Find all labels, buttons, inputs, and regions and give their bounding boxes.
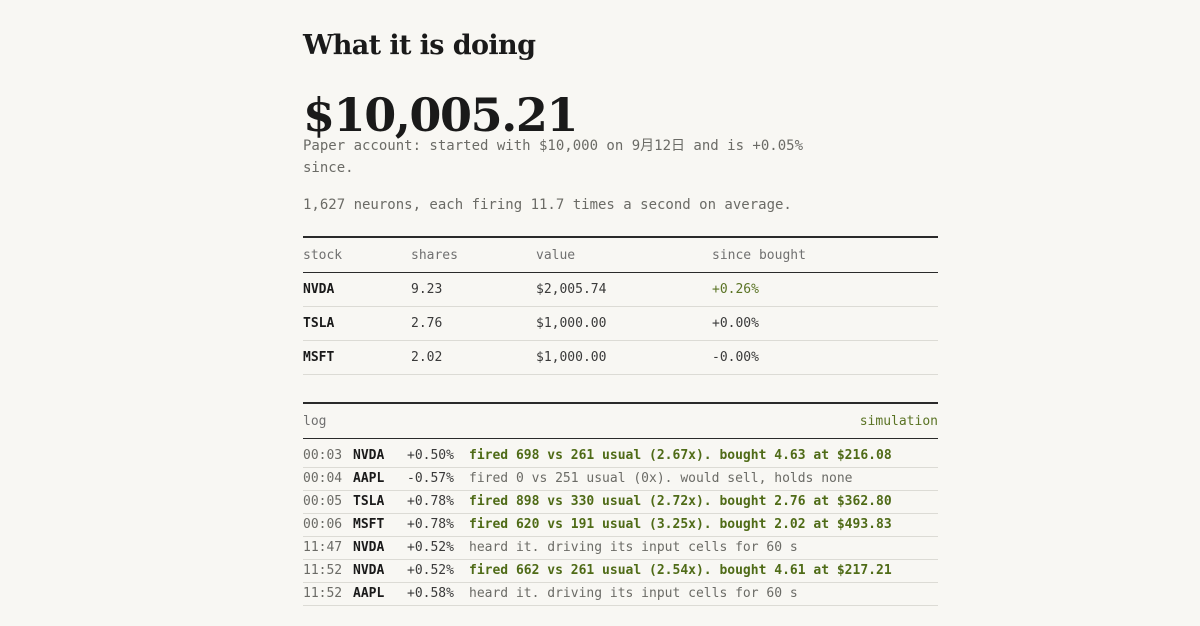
activity-log: log simulation 00:03 NVDA +0.50% fired 6…: [303, 402, 938, 606]
log-time: 11:52: [303, 563, 343, 578]
log-change: -0.57%: [407, 471, 454, 486]
holdings-table: stock shares value since bought NVDA 9.2…: [303, 236, 938, 375]
account-summary: Paper account: started with $10,000 on 9…: [303, 138, 804, 176]
mode-badge: simulation: [859, 414, 938, 429]
log-symbol: AAPL: [353, 471, 385, 486]
holding-stock: NVDA: [303, 282, 335, 297]
holding-value: $1,000.00: [536, 316, 607, 331]
account-balance: $10,005.21: [303, 88, 578, 142]
holding-shares: 2.76: [411, 316, 443, 331]
holding-value: $1,000.00: [536, 350, 607, 365]
log-symbol: AAPL: [353, 586, 385, 601]
log-message: heard it. driving its input cells for 60…: [469, 540, 798, 555]
log-message: fired 898 vs 330 usual (2.72x). bought 2…: [469, 494, 892, 509]
log-time: 11:47: [303, 540, 343, 555]
log-change: +0.78%: [407, 494, 454, 509]
log-entry: 11:47 NVDA +0.52% heard it. driving its …: [303, 537, 938, 560]
log-change: +0.52%: [407, 540, 454, 555]
log-symbol: NVDA: [353, 540, 385, 555]
log-time: 00:04: [303, 471, 343, 486]
log-change: +0.50%: [407, 448, 454, 463]
holdings-header-row: stock shares value since bought: [303, 238, 938, 273]
log-change: +0.78%: [407, 517, 454, 532]
holding-shares: 2.02: [411, 350, 443, 365]
log-time: 00:05: [303, 494, 343, 509]
table-row: NVDA 9.23 $2,005.74 +0.26%: [303, 273, 938, 307]
log-entry: 11:52 NVDA +0.52% fired 662 vs 261 usual…: [303, 560, 938, 583]
log-entry: 00:04 AAPL -0.57% fired 0 vs 251 usual (…: [303, 468, 938, 491]
log-message: heard it. driving its input cells for 60…: [469, 586, 798, 601]
log-time: 00:06: [303, 517, 343, 532]
holding-value: $2,005.74: [536, 282, 607, 297]
log-message: fired 698 vs 261 usual (2.67x). bought 4…: [469, 448, 892, 463]
log-entry: 00:06 MSFT +0.78% fired 620 vs 191 usual…: [303, 514, 938, 537]
log-title: log: [303, 414, 327, 429]
table-row: MSFT 2.02 $1,000.00 -0.00%: [303, 341, 938, 375]
column-header-stock: stock: [303, 248, 343, 263]
log-message: fired 662 vs 261 usual (2.54x). bought 4…: [469, 563, 892, 578]
log-time: 11:52: [303, 586, 343, 601]
section-title: What it is doing: [303, 30, 536, 61]
log-entry: 00:05 TSLA +0.78% fired 898 vs 330 usual…: [303, 491, 938, 514]
log-change: +0.58%: [407, 586, 454, 601]
holding-stock: TSLA: [303, 316, 335, 331]
column-header-since-bought: since bought: [712, 248, 806, 263]
holding-shares: 9.23: [411, 282, 443, 297]
log-list: 00:03 NVDA +0.50% fired 698 vs 261 usual…: [303, 445, 938, 606]
log-time: 00:03: [303, 448, 343, 463]
log-change: +0.52%: [407, 563, 454, 578]
log-symbol: NVDA: [353, 448, 385, 463]
log-entry: 11:52 AAPL +0.58% heard it. driving its …: [303, 583, 938, 606]
log-message: fired 620 vs 191 usual (3.25x). bought 2…: [469, 517, 892, 532]
log-symbol: MSFT: [353, 517, 385, 532]
column-header-shares: shares: [411, 248, 458, 263]
log-symbol: TSLA: [353, 494, 385, 509]
log-header: log simulation: [303, 404, 938, 439]
holding-since-bought: +0.00%: [712, 316, 759, 331]
neuron-stats: 1,627 neurons, each firing 11.7 times a …: [303, 197, 792, 213]
log-entry: 00:03 NVDA +0.50% fired 698 vs 261 usual…: [303, 445, 938, 468]
holding-since-bought: +0.26%: [712, 282, 759, 297]
holding-since-bought: -0.00%: [712, 350, 759, 365]
holding-stock: MSFT: [303, 350, 335, 365]
log-symbol: NVDA: [353, 563, 385, 578]
log-message: fired 0 vs 251 usual (0x). would sell, h…: [469, 471, 853, 486]
table-row: TSLA 2.76 $1,000.00 +0.00%: [303, 307, 938, 341]
column-header-value: value: [536, 248, 576, 263]
